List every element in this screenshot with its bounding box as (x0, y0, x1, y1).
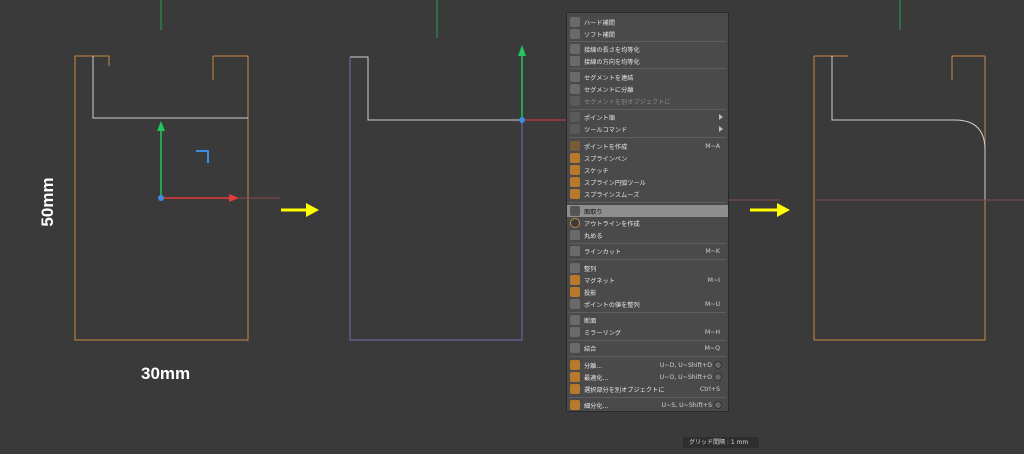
menu-item-weld[interactable]: 結合 M~Q (567, 342, 728, 354)
viewport-canvas[interactable] (0, 0, 1024, 454)
width-dimension-label: 30mm (141, 364, 191, 383)
menu-separator (569, 41, 726, 42)
line-cut-icon (570, 246, 580, 256)
height-dimension-label: 50mm (38, 177, 57, 227)
menu-item-align[interactable]: 整列 (567, 262, 728, 274)
point-order-icon (570, 112, 580, 122)
menu-item-line-cut[interactable]: ラインカット M~K (567, 245, 728, 257)
cross-section-icon (570, 315, 580, 325)
tool-commands-icon (570, 124, 580, 134)
submenu-arrow-icon (719, 114, 723, 120)
menu-item-soft-interpolation[interactable]: ソフト補間 (567, 28, 728, 40)
menu-separator (569, 356, 726, 357)
submenu-arrow-icon (719, 126, 723, 132)
menu-separator (569, 312, 726, 313)
break-segment-icon (570, 84, 580, 94)
spline-arc-icon (570, 177, 580, 187)
menu-item-optimize[interactable]: 最適化... U~O, U~Shift+O (567, 371, 728, 383)
menu-separator (569, 202, 726, 203)
explode-segments-icon (570, 96, 580, 106)
join-segment-icon (570, 72, 580, 82)
chamfer-icon (570, 206, 580, 216)
spline-smooth-icon (570, 189, 580, 199)
middle-spline-object (349, 45, 566, 341)
subdivide-icon (570, 400, 580, 410)
transform-arrow-1 (281, 203, 319, 217)
mirror-icon (570, 327, 580, 337)
menu-item-cross-section[interactable]: 断面 (567, 314, 728, 326)
menu-item-spline-smooth[interactable]: スプラインスムーズ (567, 188, 728, 200)
menu-item-equal-tangent-length[interactable]: 接線の長さを均等化 (567, 43, 728, 55)
menu-separator (569, 340, 726, 341)
menu-item-round[interactable]: 丸める (567, 229, 728, 241)
menu-item-create-point[interactable]: ポイントを作成 M~A (567, 140, 728, 152)
menu-item-break-segment[interactable]: セグメントに分離 (567, 83, 728, 95)
menu-item-spline-pen[interactable]: スプラインペン (567, 152, 728, 164)
menu-item-chamfer[interactable]: 面取り (567, 205, 728, 217)
menu-item-point-order[interactable]: ポイント順 (567, 111, 728, 123)
menu-item-tool-commands[interactable]: ツールコマンド (567, 123, 728, 135)
menu-item-split[interactable]: 分離... U~D, U~Shift+D (567, 359, 728, 371)
create-outline-icon (570, 218, 580, 228)
menu-separator (569, 243, 726, 244)
menu-item-split-selection[interactable]: 選択部分を別オブジェクトに Ctrl+S (567, 383, 728, 395)
menu-item-project[interactable]: 投影 (567, 286, 728, 298)
set-point-value-icon (570, 299, 580, 309)
menu-item-sketch[interactable]: スケッチ (567, 164, 728, 176)
menu-item-subdivide[interactable]: 細分化... U~S, U~Shift+S (567, 399, 728, 411)
weld-icon (570, 343, 580, 353)
left-spline-object (74, 55, 280, 341)
optimize-icon (570, 372, 580, 382)
menu-separator (569, 68, 726, 69)
menu-item-create-outline[interactable]: アウトラインを作成 (567, 217, 728, 229)
split-selection-icon (570, 384, 580, 394)
right-spline-object (729, 55, 1024, 341)
menu-separator (569, 109, 726, 110)
create-point-icon (570, 141, 580, 151)
settings-gear-icon[interactable] (714, 373, 722, 381)
menu-item-spline-arc[interactable]: スプライン円弧ツール (567, 176, 728, 188)
transform-arrow-2 (750, 203, 790, 217)
round-icon (570, 230, 580, 240)
spline-pen-icon (570, 153, 580, 163)
align-icon (570, 263, 580, 273)
magnet-icon (570, 275, 580, 285)
menu-item-mirror[interactable]: ミラーリング M~H (567, 326, 728, 338)
equal-tangent-direction-icon (570, 56, 580, 66)
settings-gear-icon[interactable] (714, 361, 722, 369)
hard-interpolation-icon (570, 17, 580, 27)
settings-gear-icon[interactable] (714, 401, 722, 409)
project-icon (570, 287, 580, 297)
menu-item-explode-segments[interactable]: セグメントを別オブジェクトに (567, 95, 728, 107)
menu-item-magnet[interactable]: マグネット M~I (567, 274, 728, 286)
menu-item-set-point-value[interactable]: ポイントの値を整列 M~U (567, 298, 728, 310)
sketch-icon (570, 165, 580, 175)
menu-item-equal-tangent-direction[interactable]: 接線の方向を均等化 (567, 55, 728, 67)
menu-separator (569, 259, 726, 260)
equal-tangent-length-icon (570, 44, 580, 54)
menu-separator (569, 137, 726, 138)
soft-interpolation-icon (570, 29, 580, 39)
split-icon (570, 360, 580, 370)
menu-item-join-segment[interactable]: セグメントを連結 (567, 71, 728, 83)
menu-item-hard-interpolation[interactable]: ハード補間 (567, 16, 728, 28)
menu-separator (569, 397, 726, 398)
grid-spacing-readout: グリッド間隔 : 1 mm (683, 437, 759, 448)
spline-context-menu: ハード補間 ソフト補間 接線の長さを均等化 接線の方向を均等化 セグメントを連結… (566, 12, 729, 412)
